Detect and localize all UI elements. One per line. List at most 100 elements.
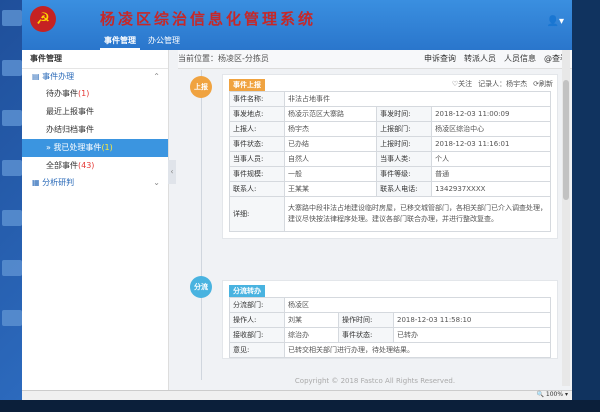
- field-value: 杨凌示范区大寨路: [283, 106, 378, 122]
- field-value: 杨凌区综治中心: [431, 121, 551, 137]
- right-desktop-strip: [572, 0, 600, 412]
- field-key: 事件名称:: [229, 91, 285, 107]
- event-card-report: 事件上报 ♡关注 记录人：杨宇杰 ⟳刷新 事件名称: 非法占地事件 事发地点: 杨凌…: [222, 74, 558, 239]
- field-value: 杨宇杰: [283, 121, 378, 137]
- chart-icon: ▦: [32, 178, 43, 187]
- action-reassign[interactable]: 转派人员: [464, 50, 496, 68]
- field-key: 事件规模:: [229, 166, 285, 182]
- timeline-node-report: 上报: [190, 76, 212, 98]
- table-row: 当事人员: 自然人 当事人类: 个人: [229, 151, 551, 167]
- table-row: 联系人: 王某某 联系人电话: 1342937XXXX: [229, 181, 551, 197]
- sidebar-item-label: 待办事件: [46, 89, 78, 98]
- recorder-label: 记录人：杨宇杰: [478, 80, 528, 88]
- field-value: 一般: [283, 166, 378, 182]
- field-key: 接收部门:: [229, 327, 285, 343]
- refresh-button[interactable]: ⟳刷新: [533, 79, 553, 89]
- event-card-dispatch: 分流转办 分流部门: 杨凌区 操作人: 刘某 操作时间: 2018-12-03 11:5…: [222, 280, 558, 359]
- table-row: 事件名称: 非法占地事件: [229, 91, 551, 107]
- dispatch-detail-table: 分流部门: 杨凌区 操作人: 刘某 操作时间: 2018-12-03 11:58:10 …: [229, 297, 551, 358]
- sidebar-group-event-handling[interactable]: ▤ 事件办理 ⌃: [22, 69, 168, 85]
- browser-window: ☭ 杨凌区综治信息化管理系统 事件管理 办公管理 👤▾ 事件管理 ▤ 事件办理 …: [22, 0, 572, 400]
- field-key: 详细:: [229, 196, 285, 232]
- dispatch-opinion-text: 已转交相关部门进行办理，待处理结果。: [284, 342, 551, 358]
- field-value: 刘某: [283, 312, 340, 328]
- field-value: 2018-12-03 11:58:10: [393, 312, 551, 328]
- field-key: 当事人类:: [376, 151, 433, 167]
- scrollbar-thumb[interactable]: [563, 80, 569, 200]
- tab-event-management[interactable]: 事件管理: [100, 33, 140, 50]
- field-key: 当事人员:: [229, 151, 285, 167]
- field-key: 事发时间:: [376, 106, 433, 122]
- table-row: 事件状态: 已办结 上报时间: 2018-12-03 11:16:01: [229, 136, 551, 152]
- desktop-icon[interactable]: [2, 310, 22, 326]
- field-value: 综治办: [283, 327, 340, 343]
- chevron-up-icon: ⌃: [153, 72, 160, 81]
- card-badge: 分流转办: [229, 285, 265, 297]
- desktop-icon[interactable]: [2, 160, 22, 176]
- field-value: 个人: [431, 151, 551, 167]
- field-key: 分流部门:: [229, 297, 285, 313]
- field-key: 事发地点:: [229, 106, 285, 122]
- system-title: 杨凌区综治信息化管理系统: [100, 10, 317, 28]
- desktop-icon[interactable]: [2, 60, 22, 76]
- zoom-level[interactable]: 🔍 100% ▾: [537, 391, 568, 398]
- breadcrumb-bar: 当前位置：杨凌区-分拣员 申诉查询 转派人员 人员信息 @查看: [178, 50, 572, 69]
- sidebar-item-label: 最近上报事件: [46, 107, 94, 116]
- action-personnel[interactable]: 人员信息: [504, 50, 536, 68]
- timeline-line: [201, 70, 202, 380]
- refresh-label: 刷新: [539, 80, 553, 88]
- count-badge: (43): [78, 161, 95, 170]
- table-row: 接收部门: 综治办 事件状态: 已转办: [229, 327, 551, 343]
- follow-label: 关注: [458, 80, 473, 88]
- zoom-value: 100%: [545, 391, 564, 398]
- sidebar-item-all[interactable]: 全部事件(43): [22, 157, 168, 175]
- sidebar-item-recent[interactable]: 最近上报事件: [22, 103, 168, 121]
- sidebar-item-archived[interactable]: 办结归档事件: [22, 121, 168, 139]
- event-detail-table: 事件名称: 非法占地事件 事发地点: 杨凌示范区大寨路 事发时间: 2018-12-03…: [229, 91, 551, 232]
- sidebar-item-label: 办结归档事件: [46, 125, 94, 134]
- desktop-icon[interactable]: [2, 210, 22, 226]
- sidebar-group-analysis[interactable]: ▦ 分析研判 ⌄: [22, 175, 168, 191]
- event-detail-text: 大寨路中段非法占地建设临时房屋，已移交城管部门，各相关部门已介入调查处理，建议尽…: [284, 196, 551, 232]
- app-header: ☭ 杨凌区综治信息化管理系统 事件管理 办公管理 👤▾: [22, 0, 572, 50]
- table-row: 详细: 大寨路中段非法占地建设临时房屋，已移交城管部门，各相关部门已介入调查处理，…: [229, 196, 551, 232]
- field-value: 1342937XXXX: [431, 181, 551, 197]
- user-icon[interactable]: 👤▾: [547, 16, 564, 27]
- field-value: 2018-12-03 11:00:09: [431, 106, 551, 122]
- sidebar-item-processed[interactable]: » 我已处理事件(1): [22, 139, 168, 157]
- taskbar: [0, 400, 600, 412]
- count-badge: (1): [78, 89, 90, 98]
- action-appeal-query[interactable]: 申诉查询: [424, 50, 456, 68]
- field-key: 事件等级:: [376, 166, 433, 182]
- sidebar-item-label: » 我已处理事件: [46, 143, 102, 152]
- field-key: 事件状态:: [229, 136, 285, 152]
- main-content: 当前位置：杨凌区-分拣员 申诉查询 转派人员 人员信息 @查看 上报 事件上报 …: [178, 50, 572, 380]
- field-value: 王某某: [283, 181, 378, 197]
- sidebar-group-label: 分析研判: [42, 178, 75, 187]
- table-row: 上报人: 杨宇杰 上报部门: 杨凌区综治中心: [229, 121, 551, 137]
- field-key: 联系人:: [229, 181, 285, 197]
- party-emblem-icon: ☭: [30, 6, 56, 32]
- desktop-icon[interactable]: [2, 10, 22, 26]
- field-key: 意见:: [229, 342, 285, 358]
- sidebar-heading: 事件管理: [22, 50, 168, 69]
- card-badge: 事件上报: [229, 79, 265, 91]
- field-key: 上报人:: [229, 121, 285, 137]
- table-row: 操作人: 刘某 操作时间: 2018-12-03 11:58:10: [229, 312, 551, 328]
- field-value: 2018-12-03 11:16:01: [431, 136, 551, 152]
- toolbar-actions: 申诉查询 转派人员 人员信息 @查看: [424, 50, 568, 68]
- desktop-icon[interactable]: [2, 260, 22, 276]
- vertical-scrollbar[interactable]: [562, 50, 570, 386]
- sidebar-item-pending[interactable]: 待办事件(1): [22, 85, 168, 103]
- desktop-icon[interactable]: [2, 110, 22, 126]
- sidebar-collapse-button[interactable]: ‹: [168, 160, 176, 184]
- main-nav: 事件管理 办公管理: [100, 33, 184, 50]
- table-row: 分流部门: 杨凌区: [229, 297, 551, 313]
- table-row: 意见: 已转交相关部门进行办理，待处理结果。: [229, 342, 551, 358]
- sidebar-group-label: 事件办理: [42, 72, 75, 81]
- table-row: 事件规模: 一般 事件等级: 普通: [229, 166, 551, 182]
- field-value: 已办结: [283, 136, 378, 152]
- follow-button[interactable]: ♡关注: [452, 79, 472, 89]
- folder-icon: ▤: [32, 72, 43, 81]
- tab-office-management[interactable]: 办公管理: [144, 33, 184, 50]
